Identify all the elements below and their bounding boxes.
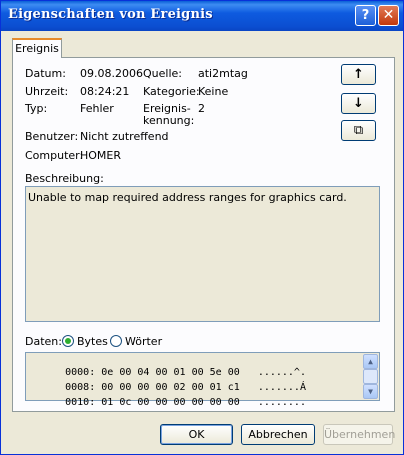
description-text-area[interactable]: Unable to map required address ranges fo… bbox=[25, 186, 380, 322]
scroll-thumb[interactable] bbox=[363, 369, 378, 384]
hex-bytes: 01 0c 00 00 00 00 00 00 bbox=[101, 397, 240, 408]
data-label: Daten: bbox=[25, 335, 62, 348]
close-button[interactable]: ✕ bbox=[378, 5, 399, 26]
tab-ereignis[interactable]: Ereignis bbox=[12, 38, 62, 58]
datum-label: Datum: bbox=[25, 67, 66, 80]
words-radio-label[interactable]: Wörter bbox=[125, 335, 162, 348]
arrow-down-icon: ↓ bbox=[353, 96, 364, 111]
copy-icon: ⧉ bbox=[353, 123, 364, 138]
previous-event-button[interactable]: ↑ bbox=[341, 64, 376, 85]
words-radio[interactable] bbox=[110, 335, 122, 347]
scroll-down-icon[interactable]: ▼ bbox=[363, 384, 378, 399]
bytes-radio-label[interactable]: Bytes bbox=[77, 335, 108, 348]
typ-label: Typ: bbox=[25, 102, 48, 115]
benutzer-label: Benutzer: bbox=[25, 130, 79, 143]
hex-scrollbar[interactable]: ▲ ▼ bbox=[363, 354, 378, 399]
kategorie-label: Kategorie: bbox=[143, 85, 200, 98]
bytes-radio[interactable] bbox=[62, 335, 74, 347]
quelle-value: ati2mtag bbox=[198, 67, 248, 80]
hex-offset: 0010: bbox=[65, 397, 96, 408]
kennung-value: 2 bbox=[198, 102, 205, 115]
kategorie-value: Keine bbox=[198, 85, 229, 98]
cancel-button[interactable]: Abbrechen bbox=[241, 424, 315, 445]
uhrzeit-value: 08:24:21 bbox=[80, 85, 130, 98]
benutzer-value: Nicht zutreffend bbox=[80, 130, 169, 143]
scroll-up-icon[interactable]: ▲ bbox=[363, 354, 378, 369]
computer-value: HOMER bbox=[80, 149, 122, 162]
arrow-up-icon: ↑ bbox=[353, 67, 364, 82]
ok-button[interactable]: OK bbox=[160, 424, 233, 445]
help-button[interactable]: ? bbox=[355, 5, 376, 26]
apply-button[interactable]: Übernehmen bbox=[323, 424, 395, 445]
window-title: Eigenschaften von Ereignis bbox=[8, 7, 213, 22]
uhrzeit-label: Uhrzeit: bbox=[25, 85, 69, 98]
computer-label: Computer: bbox=[25, 149, 84, 162]
description-text: Unable to map required address ranges fo… bbox=[28, 191, 347, 204]
kennung-label-line2: kennung: bbox=[143, 114, 195, 127]
description-label: Beschreibung: bbox=[25, 172, 104, 185]
hex-ascii: ........ bbox=[257, 397, 306, 408]
datum-value: 09.08.2006 bbox=[80, 67, 143, 80]
dialog-window: Eigenschaften von Ereignis ? ✕ Ereignis … bbox=[0, 0, 404, 455]
data-hex-area[interactable]: 0000: 0e 00 04 00 01 00 5e 00 ......^. 0… bbox=[25, 352, 380, 408]
typ-value: Fehler bbox=[80, 102, 114, 115]
hex-row: 0010: 01 0c 00 00 00 00 00 00 ........ bbox=[29, 386, 306, 419]
title-bar[interactable]: Eigenschaften von Ereignis ? ✕ bbox=[1, 1, 403, 31]
next-event-button[interactable]: ↓ bbox=[341, 93, 376, 114]
copy-button[interactable]: ⧉ bbox=[341, 120, 376, 141]
quelle-label: Quelle: bbox=[143, 67, 182, 80]
